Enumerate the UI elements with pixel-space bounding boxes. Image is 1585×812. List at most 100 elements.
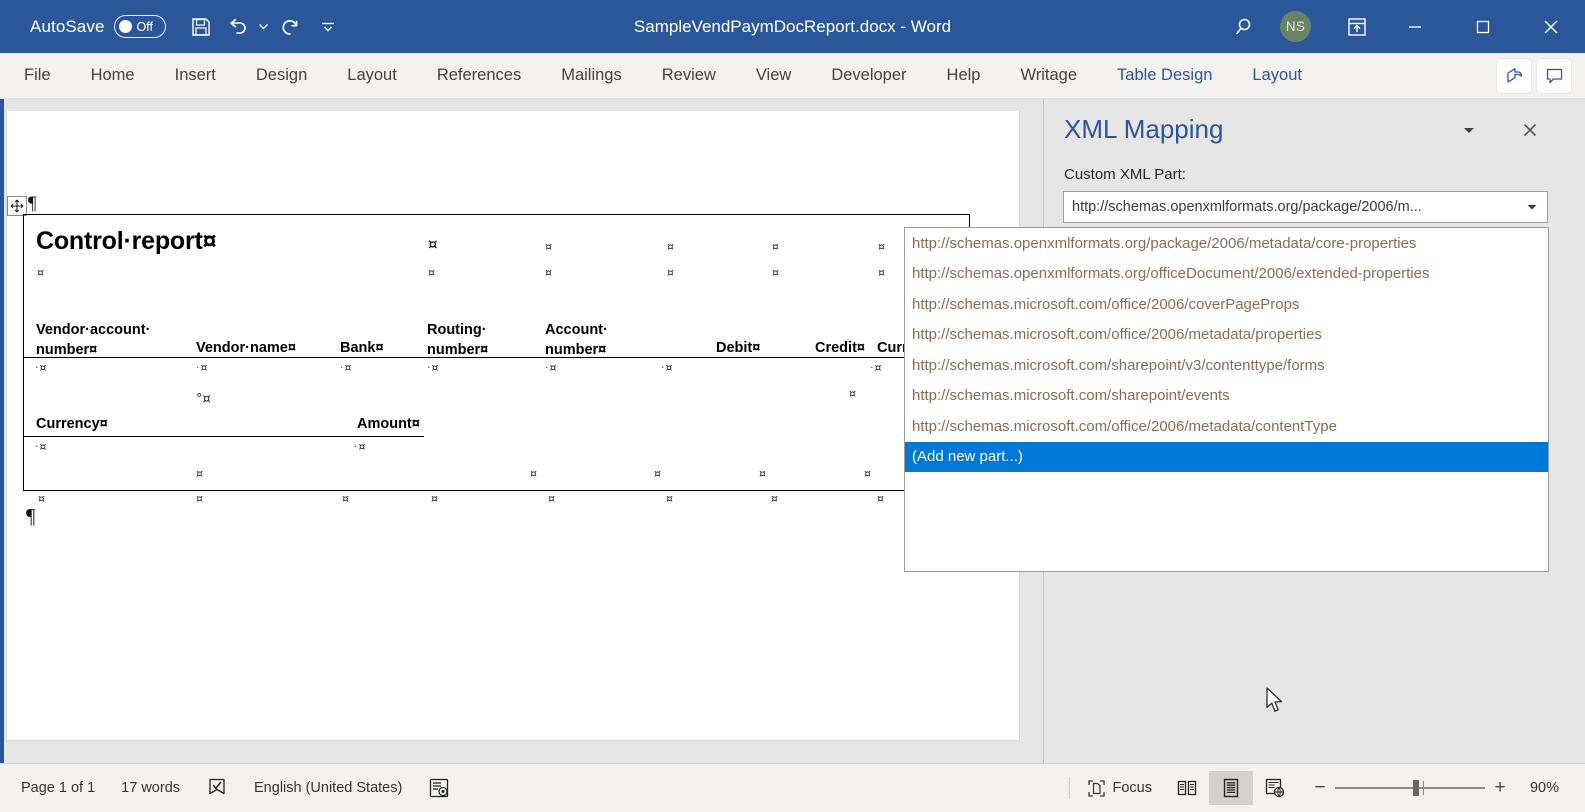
chevron-down-icon[interactable]: [1517, 192, 1547, 222]
cell-marker: ¤: [196, 492, 203, 505]
custom-xml-part-label: Custom XML Part:: [1064, 166, 1186, 183]
cell-marker: ¤: [545, 266, 552, 279]
paragraph-mark: ¶: [28, 193, 37, 214]
cell-marker: ¤: [428, 235, 438, 253]
tab-table-layout[interactable]: Layout: [1232, 53, 1322, 99]
cell-marker: ¤: [35, 362, 47, 373]
cell-marker: ¤: [428, 266, 435, 279]
cell-marker: ¤: [877, 492, 884, 505]
cell-marker: ¤: [340, 362, 352, 373]
title-bar: AutoSave Off SampleVendPaymDocReport.doc…: [0, 0, 1585, 53]
tab-developer[interactable]: Developer: [811, 53, 926, 99]
cell-marker: ¤: [431, 492, 438, 505]
cell-marker: ¤: [37, 266, 44, 279]
document-heading: Control·report¤: [36, 227, 217, 255]
chevron-down-icon[interactable]: [1456, 117, 1482, 143]
cell-marker: ¤: [667, 266, 674, 279]
cell-marker: ¤: [427, 362, 439, 373]
close-icon[interactable]: [1517, 117, 1543, 143]
dropdown-item-add-new-part[interactable]: (Add new part...): [905, 441, 1548, 472]
column-header-amount: Amount¤: [357, 416, 420, 432]
tab-mailings[interactable]: Mailings: [541, 53, 642, 99]
cell-marker: ¤: [666, 492, 673, 505]
cell-marker: ¤: [864, 467, 871, 480]
quick-access-toolbar: [184, 10, 336, 44]
zoom-slider-track: [1335, 787, 1485, 789]
minimize-icon[interactable]: [1381, 0, 1449, 53]
tab-view[interactable]: View: [736, 53, 811, 99]
column-header-vendor-account-number: Vendor·account· number¤: [36, 322, 151, 358]
autosave-toggle[interactable]: Off: [113, 15, 166, 38]
custom-xml-part-combobox[interactable]: http://schemas.openxmlformats.org/packag…: [1063, 191, 1548, 223]
proofing-errors-icon[interactable]: [193, 771, 241, 805]
tab-help[interactable]: Help: [927, 53, 1001, 99]
document-content: ¶ Control·report¤ ¤ ¤ ¤ ¤ ¤ ¤ ¤ ¤ ¤ ¤ ¤ …: [7, 111, 1021, 741]
web-layout-icon[interactable]: [1253, 771, 1297, 805]
autosave-label: AutoSave: [30, 16, 105, 36]
avatar[interactable]: NS: [1280, 11, 1311, 42]
dropdown-item[interactable]: http://schemas.microsoft.com/sharepoint/…: [905, 381, 1548, 412]
zoom-slider-midpoint: [1423, 781, 1424, 795]
zoom-out-icon[interactable]: −: [1305, 773, 1335, 803]
tab-table-design[interactable]: Table Design: [1097, 53, 1232, 99]
dropdown-item[interactable]: http://schemas.microsoft.com/office/2006…: [905, 320, 1548, 351]
dropdown-item[interactable]: http://schemas.openxmlformats.org/packag…: [905, 228, 1548, 259]
ribbon-tab-strip: File Home Insert Design Layout Reference…: [0, 53, 1585, 99]
tab-insert[interactable]: Insert: [155, 53, 236, 99]
focus-mode-button[interactable]: Focus: [1074, 771, 1166, 805]
paragraph-mark: ¶: [26, 504, 36, 528]
ribbon-right-group: [1497, 58, 1585, 93]
accessibility-checker-icon[interactable]: [415, 771, 463, 805]
task-pane-title: XML Mapping: [1064, 114, 1224, 144]
table-move-handle-icon[interactable]: [7, 196, 27, 216]
dropdown-item[interactable]: http://schemas.microsoft.com/office/2006…: [905, 289, 1548, 320]
comments-icon[interactable]: [1537, 58, 1571, 93]
column-header-bank: Bank¤: [340, 340, 384, 356]
tab-writage[interactable]: Writage: [1000, 53, 1097, 99]
tab-references[interactable]: References: [417, 53, 541, 99]
cell-marker: ¤: [545, 362, 557, 373]
page-indicator[interactable]: Page 1 of 1: [8, 771, 108, 805]
close-icon[interactable]: [1517, 0, 1585, 53]
window-left-accent-edge: [0, 99, 4, 763]
save-icon[interactable]: [184, 10, 218, 44]
zoom-level[interactable]: 90%: [1515, 780, 1571, 796]
tab-home[interactable]: Home: [71, 53, 155, 99]
dropdown-item[interactable]: http://schemas.openxmlformats.org/office…: [905, 259, 1548, 290]
tab-file[interactable]: File: [0, 53, 71, 99]
control-report-table[interactable]: Control·report¤ ¤ ¤ ¤ ¤ ¤ ¤ ¤ ¤ ¤ ¤ ¤ Ve…: [23, 214, 971, 504]
column-header-credit: Credit¤: [815, 340, 865, 356]
zoom-control: − + 90%: [1305, 773, 1571, 803]
redo-icon[interactable]: [274, 10, 308, 44]
undo-dropdown-icon[interactable]: [256, 10, 272, 44]
customize-quick-access-toolbar-icon[interactable]: [320, 10, 336, 44]
maximize-icon[interactable]: [1449, 0, 1517, 53]
cell-marker: ¤: [196, 467, 203, 480]
custom-xml-part-dropdown-list[interactable]: http://schemas.openxmlformats.org/packag…: [904, 227, 1549, 572]
read-mode-icon[interactable]: [1165, 771, 1209, 805]
document-page[interactable]: ¶ Control·report¤ ¤ ¤ ¤ ¤ ¤ ¤ ¤ ¤ ¤ ¤ ¤ …: [6, 111, 1020, 741]
tab-design[interactable]: Design: [236, 53, 327, 99]
language-indicator[interactable]: English (United States): [241, 771, 415, 805]
zoom-slider-thumb[interactable]: [1413, 780, 1419, 796]
dropdown-item[interactable]: http://schemas.microsoft.com/sharepoint/…: [905, 350, 1548, 381]
cell-marker: ¤: [878, 266, 885, 279]
zoom-slider[interactable]: [1335, 773, 1485, 803]
column-header-routing-number: Routing· number¤: [427, 322, 489, 358]
cell-marker: ¤: [530, 467, 537, 480]
tab-layout[interactable]: Layout: [327, 53, 417, 99]
search-icon[interactable]: [1222, 0, 1270, 53]
share-icon[interactable]: [1497, 58, 1531, 93]
tab-review[interactable]: Review: [642, 53, 736, 99]
column-header-currency: Currency¤: [36, 416, 108, 432]
cell-marker: ¤: [354, 441, 366, 452]
word-count[interactable]: 17 words: [108, 771, 193, 805]
ribbon-display-options-icon[interactable]: [1333, 0, 1381, 53]
dropdown-item[interactable]: http://schemas.microsoft.com/office/2006…: [905, 411, 1548, 442]
cell-marker: ¤: [342, 492, 349, 505]
print-layout-icon[interactable]: [1209, 771, 1253, 805]
zoom-in-icon[interactable]: +: [1485, 773, 1515, 803]
column-header-debit: Debit¤: [716, 340, 761, 356]
cell-marker: ¤: [667, 240, 674, 253]
undo-icon[interactable]: [220, 10, 254, 44]
